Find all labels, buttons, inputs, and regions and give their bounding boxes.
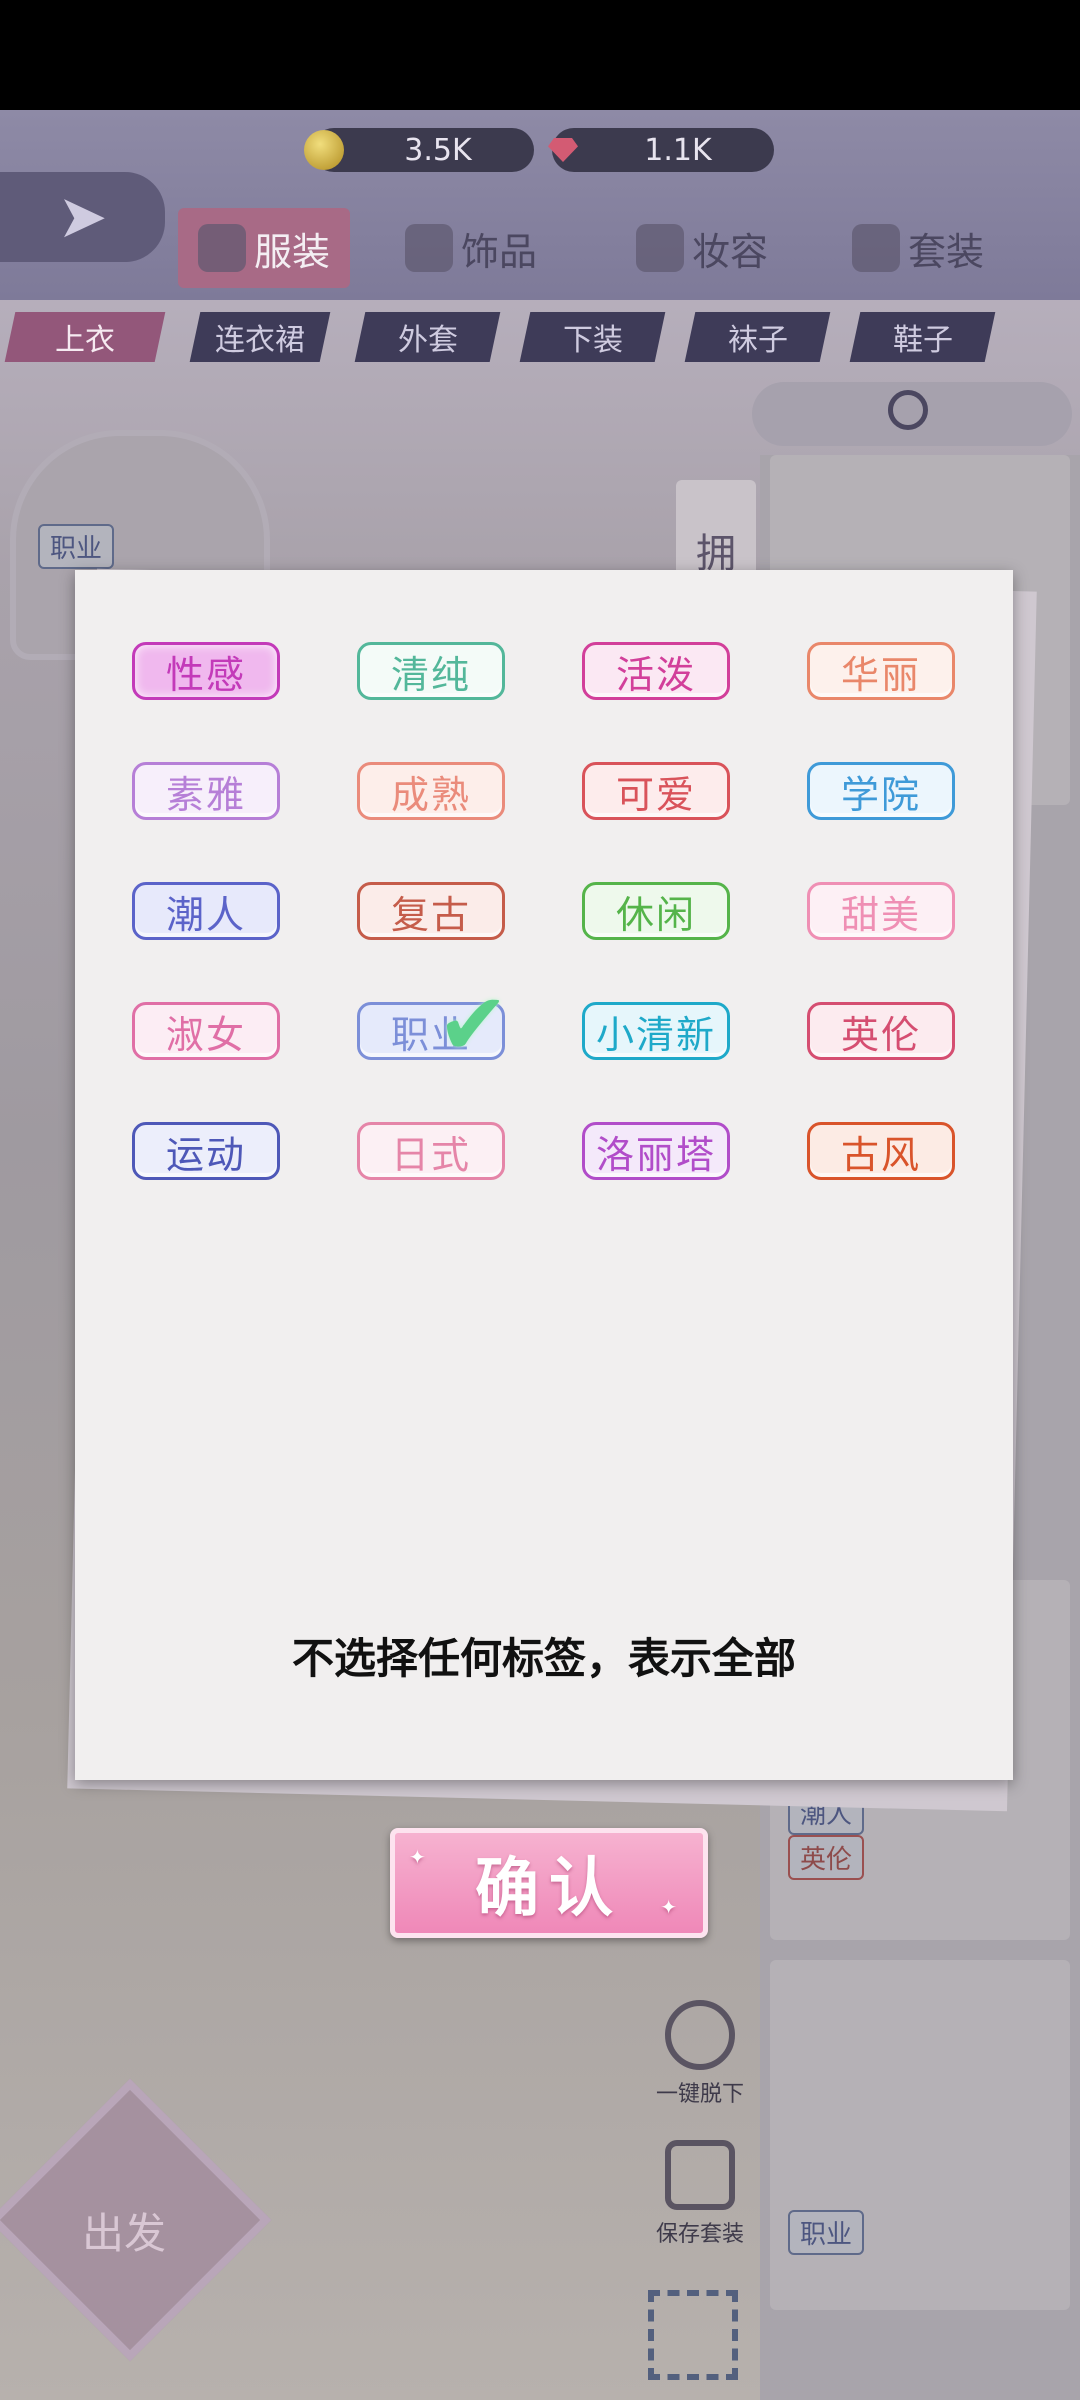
tag-filter-dialog: 性感 清纯 活泼 华丽 素雅 成熟 可爱 学院 潮人 复古 休闲 甜美 淑女 职业 ✔ 小清新 英伦 运动 日式 洛丽… — [75, 570, 1013, 1780]
tag-chip[interactable]: 性感 — [132, 642, 280, 700]
tag-chip[interactable]: 英伦 — [807, 1002, 955, 1060]
undress-all-button[interactable]: 一键脱下 — [640, 2000, 760, 2108]
tag-chip[interactable]: 学院 — [807, 762, 955, 820]
tag-chip[interactable]: 日式 — [357, 1122, 505, 1180]
coins-value: 3.5K — [404, 132, 472, 168]
checkmark-icon: ✔ — [437, 975, 510, 1075]
crown-icon — [852, 224, 900, 272]
gems-counter: 1.1K — [552, 128, 774, 172]
tag-chip[interactable]: 成熟 — [357, 762, 505, 820]
tag-chip[interactable]: 复古 — [357, 882, 505, 940]
dress-icon — [198, 224, 246, 272]
coin-icon — [304, 130, 344, 170]
tag-chip[interactable]: 古风 — [807, 1122, 955, 1180]
item-tag: 英伦 — [788, 1835, 865, 1880]
tag-chip[interactable]: 小清新 — [582, 1002, 730, 1060]
tag-chip[interactable]: 淑女 — [132, 1002, 280, 1060]
search-icon[interactable] — [888, 390, 928, 430]
tag-chip[interactable]: 洛丽塔 — [582, 1122, 730, 1180]
subtab-shoes[interactable]: 鞋子 — [849, 312, 996, 362]
category-tab-accessories[interactable]: 饰品 — [405, 208, 537, 288]
subtab-tops[interactable]: 上衣 — [4, 312, 166, 362]
subtab-dresses[interactable]: 连衣裙 — [189, 312, 331, 362]
makeup-icon — [636, 224, 684, 272]
back-button[interactable]: ➤ — [0, 172, 165, 262]
item-card[interactable]: 职业 — [770, 1960, 1070, 2310]
tag-chip[interactable]: 甜美 — [807, 882, 955, 940]
save-label: 保存套装 — [655, 2222, 744, 2247]
category-label: 妆容 — [692, 231, 769, 274]
undress-icon — [665, 2000, 735, 2070]
tag-chip[interactable]: 素雅 — [132, 762, 280, 820]
category-label: 饰品 — [461, 231, 538, 274]
tag-chip[interactable]: 清纯 — [357, 642, 505, 700]
coins-counter: 3.5K — [304, 128, 534, 172]
item-tag: 职业 — [788, 2210, 865, 2255]
confirm-button[interactable]: ✦ ✦ 确认 — [390, 1828, 708, 1938]
category-label: 套装 — [908, 231, 985, 274]
tag-chip[interactable]: 活泼 — [582, 642, 730, 700]
subcategory-tabs: 上衣 连衣裙 外套 下装 袜子 鞋子 — [0, 312, 1080, 364]
gems-value: 1.1K — [644, 132, 712, 168]
save-outfit-button[interactable]: 保存套装 — [640, 2140, 760, 2248]
confirm-label: 确认 — [475, 1852, 623, 1926]
tag-chip[interactable]: 运动 — [132, 1122, 280, 1180]
tag-chip[interactable]: 休闲 — [582, 882, 730, 940]
expand-icon[interactable] — [648, 2290, 738, 2380]
tag-chip[interactable]: 潮人 — [132, 882, 280, 940]
gem-icon — [544, 130, 584, 170]
scene-tag-label: 职业 — [38, 524, 115, 569]
subtab-bottoms[interactable]: 下装 — [519, 312, 666, 362]
tag-chip[interactable]: 可爱 — [582, 762, 730, 820]
back-arrow-icon: ➤ — [57, 182, 108, 252]
depart-label: 出发 — [82, 2210, 167, 2257]
subtab-coats[interactable]: 外套 — [354, 312, 501, 362]
subtab-socks[interactable]: 袜子 — [684, 312, 831, 362]
stars-icon — [405, 224, 453, 272]
category-label: 服装 — [254, 231, 331, 274]
undress-label: 一键脱下 — [655, 2082, 744, 2107]
filter-hint: 不选择任何标签，表示全部 — [291, 1634, 796, 1683]
category-tab-clothing[interactable]: 服装 — [178, 208, 351, 288]
category-tab-makeup[interactable]: 妆容 — [636, 208, 768, 288]
save-icon — [665, 2140, 735, 2210]
category-tab-sets[interactable]: 套装 — [852, 208, 984, 288]
tag-chip[interactable]: 华丽 — [807, 642, 955, 700]
status-bar — [0, 0, 1080, 110]
